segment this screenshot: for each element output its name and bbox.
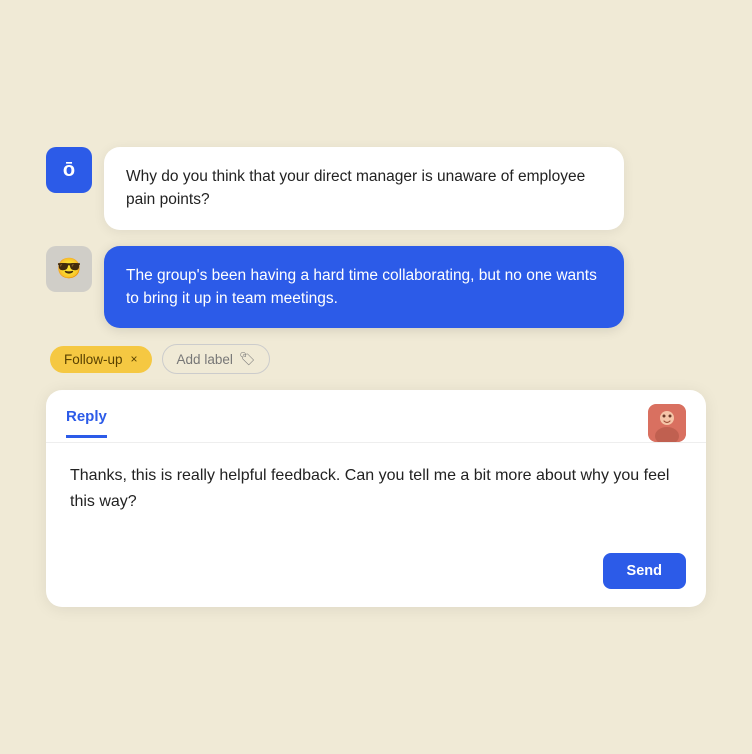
current-user-avatar [648, 404, 686, 442]
bubble-response: The group's been having a hard time coll… [104, 246, 624, 329]
message-row-1: ō Why do you think that your direct mana… [46, 147, 706, 230]
label-followup[interactable]: Follow-up × [50, 346, 152, 373]
message-text-2: The group's been having a hard time coll… [126, 267, 597, 307]
user-avatar-svg [648, 404, 686, 442]
avatar-emoji: 😎 [57, 256, 82, 281]
reply-tabs-bar: Reply [46, 390, 706, 443]
avatar-sender1: ō [46, 147, 92, 193]
reply-body: Thanks, this is really helpful feedback.… [46, 443, 706, 553]
user-avatar-inner [648, 404, 686, 442]
chat-container: ō Why do you think that your direct mana… [46, 147, 706, 607]
avatar-letter: ō [63, 159, 75, 182]
message-text-1: Why do you think that your direct manage… [126, 168, 585, 208]
reply-tab[interactable]: Reply [66, 408, 107, 438]
label-close-icon[interactable]: × [131, 352, 138, 366]
label-add-text: Add label [177, 352, 233, 367]
bubble-question: Why do you think that your direct manage… [104, 147, 624, 230]
message-row-2: 😎 The group's been having a hard time co… [46, 246, 706, 329]
reply-tab-label: Reply [66, 408, 107, 425]
label-tag-icon: 🏷 [239, 351, 256, 367]
labels-row: Follow-up × Add label 🏷 [46, 344, 706, 374]
avatar-sender2: 😎 [46, 246, 92, 292]
reply-card: Reply Thanks, this is really helpful fee… [46, 390, 706, 607]
reply-footer: Send [46, 553, 706, 607]
label-add[interactable]: Add label 🏷 [162, 344, 271, 374]
label-followup-text: Follow-up [64, 352, 123, 367]
send-button[interactable]: Send [603, 553, 686, 589]
reply-text-content[interactable]: Thanks, this is really helpful feedback.… [70, 463, 682, 533]
